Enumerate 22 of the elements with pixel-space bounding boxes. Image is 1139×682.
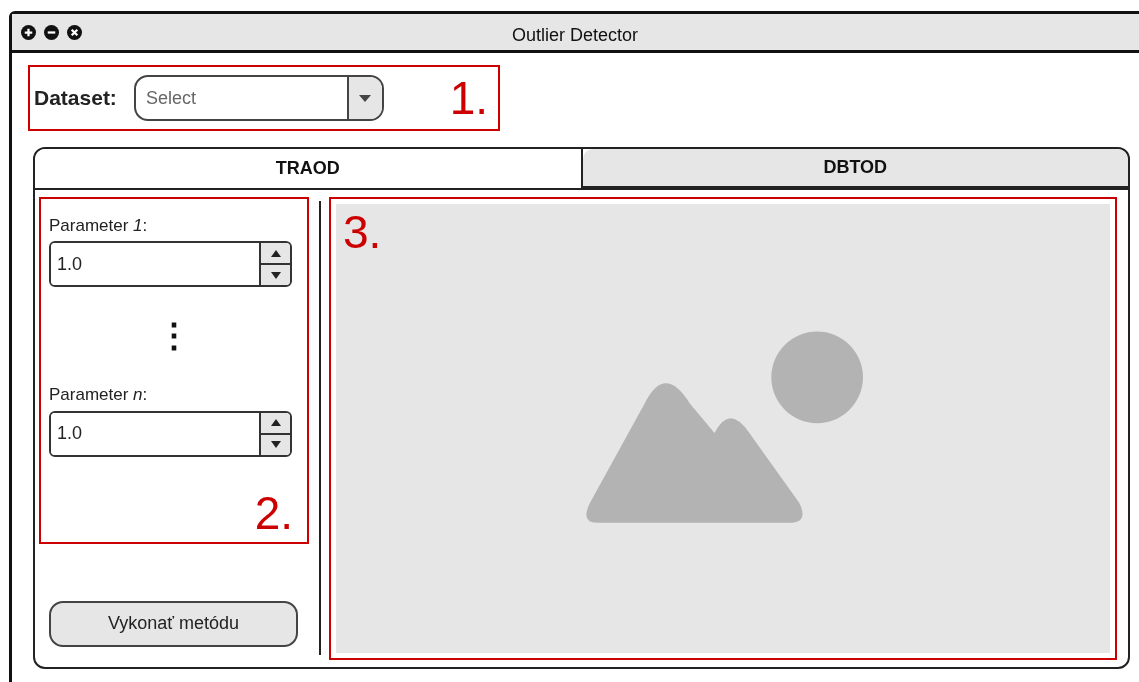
caret-icon [359, 94, 372, 102]
down-arrow-icon [270, 271, 281, 279]
tab[interactable]: DBTOD [582, 149, 1128, 188]
number-field[interactable]: 1.0 [49, 410, 292, 457]
dataset-label: Dataset: [34, 85, 117, 112]
up-arrow-icon [270, 249, 281, 257]
down-arrow-icon [270, 441, 281, 449]
run-button[interactable]: Vykonať metódu [49, 600, 298, 647]
annotation-number: 2. [254, 489, 293, 536]
maximize-icon[interactable] [21, 24, 36, 40]
window-title: Outlier Detector [512, 24, 639, 47]
annotation-number: 1. [449, 75, 488, 121]
up-arrow-icon [270, 419, 281, 427]
tab[interactable]: TRAOD [35, 149, 583, 188]
parameter-label: Parameter n: [49, 384, 149, 407]
parameter-label: Parameter 1: [49, 214, 149, 237]
dataset-select[interactable]: Select [133, 75, 384, 121]
close-icon[interactable] [67, 24, 82, 40]
annotation-number: 3. [343, 208, 382, 255]
number-field[interactable]: 1.0 [49, 241, 292, 288]
ellipsis: ⋮ [157, 317, 191, 352]
minimize-icon[interactable] [44, 24, 59, 40]
